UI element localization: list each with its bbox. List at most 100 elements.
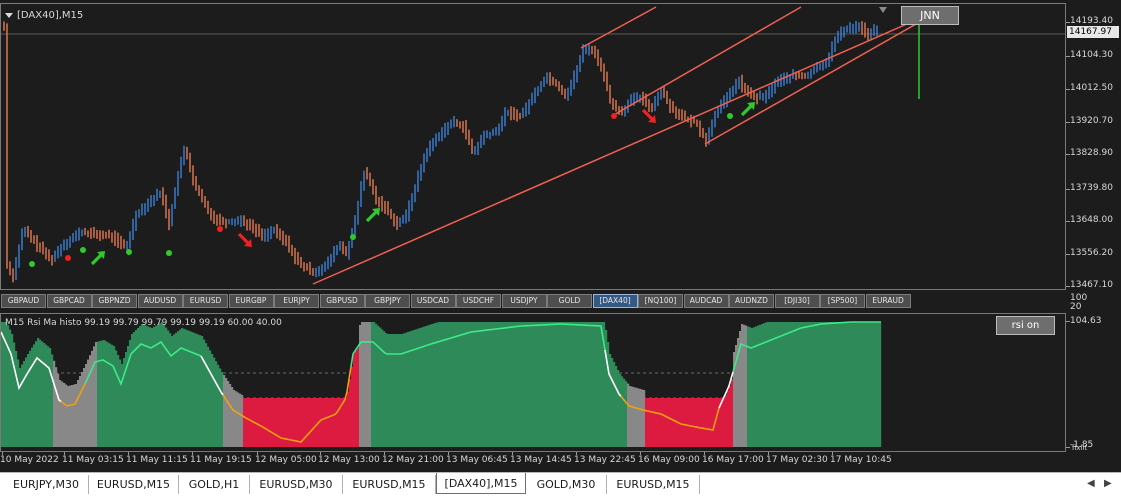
histogram-bar [463,322,466,447]
histogram-bar [789,322,792,447]
symbol-button[interactable]: GBPAUD [1,294,46,308]
histogram-bar [651,398,654,447]
histogram-bar [841,322,844,447]
histogram-bar [197,334,200,447]
buy-signal-dot [29,261,35,267]
price-chart-canvas[interactable] [1,4,1065,289]
histogram-bar [333,398,336,447]
symbol-button[interactable]: GBPJPY [365,294,410,308]
histogram-bar [475,322,478,447]
histogram-bar [433,323,436,447]
histogram-bar [293,398,296,447]
histogram-bar [541,322,544,447]
time-label: 11 May 11:15 [126,455,188,465]
histogram-bar [869,322,872,447]
histogram-bar [501,322,504,447]
histogram-bar [233,390,236,447]
histogram-bar [779,322,782,447]
histogram-bar [593,322,596,447]
histogram-bar [491,322,494,447]
histogram-bar [599,322,602,447]
histogram-bar [723,398,726,447]
symbol-button[interactable]: AUDUSD [137,294,183,308]
tab-scroll-left-icon[interactable]: ◀ [1087,478,1095,489]
symbol-button[interactable]: GBPUSD [319,294,365,308]
histogram-bar [821,322,824,447]
time-axis: 10 May 2022 11 May 03:15 11 May 11:15 11 Ma… [0,452,1066,470]
histogram-bar [107,342,110,447]
histogram-bar [613,362,616,447]
symbol-button[interactable]: [DJI30] [774,294,820,308]
chart-tab[interactable]: GOLD,M30 [526,475,607,494]
histogram-bar [795,322,798,447]
symbol-button[interactable]: USDCAD [410,294,456,308]
symbol-button[interactable]: GOLD [547,294,592,308]
histogram-bar [493,322,496,447]
histogram-bar [151,328,154,447]
histogram-bar [461,322,464,447]
histogram-bar [299,398,302,447]
symbol-button[interactable]: GBPCAD [46,294,92,308]
histogram-bar [69,385,72,447]
histogram-bar [649,398,652,447]
time-label: 11 May 03:15 [62,455,124,465]
histogram-bar [503,322,506,447]
symbol-button[interactable]: USDJPY [501,294,547,308]
symbol-button[interactable]: [DAX40] [592,294,638,308]
symbol-button[interactable]: USDCHF [456,294,501,308]
histogram-bar [387,334,390,447]
chart-menu-triangle-icon[interactable] [5,12,13,18]
symbol-button[interactable]: AUDCAD [683,294,729,308]
jnn-button[interactable]: JNN [901,6,959,25]
histogram-bar [567,322,570,447]
trend-channel-line [611,6,802,117]
histogram-bar [717,398,720,447]
histogram-bar [691,398,694,447]
indicator-pane[interactable]: M15 Rsi Ma histo 99.19 99.79 99.79 99.19… [0,313,1066,452]
histogram-bar [385,333,388,447]
time-label: 13 May 14:45 [510,455,572,465]
symbol-button[interactable]: AUDNZD [729,294,774,308]
chart-tab[interactable]: GOLD,H1 [179,475,250,494]
symbol-button[interactable]: GBPNZD [92,294,137,308]
symbol-button[interactable]: EURAUD [865,294,911,308]
histogram-bar [143,324,146,447]
indicator-bottom-label: fixlit [1072,444,1088,452]
histogram-bar [647,398,650,447]
histogram-bar [673,398,676,447]
histogram-bar [621,376,624,447]
symbol-button[interactable]: EURJPY [274,294,319,308]
histogram-bar [829,322,832,447]
tab-scroll-right-icon[interactable]: ▶ [1104,478,1112,489]
histogram-bar [525,322,528,447]
histogram-bar [163,324,166,447]
histogram-bar [165,327,168,447]
symbol-button[interactable]: EURGBP [228,294,274,308]
histogram-bar [721,398,724,447]
indicator-canvas[interactable] [1,314,1065,451]
symbol-button[interactable]: EURUSD [183,294,228,308]
chart-tab[interactable]: EURUSD,M15 [343,475,436,494]
chart-tab[interactable]: EURJPY,M30 [4,475,89,494]
histogram-bar [521,322,524,447]
current-price-label: 14167.97 [1067,26,1119,38]
histogram-bar [307,398,310,447]
histogram-bar [811,322,814,447]
price-chart-pane[interactable]: [DAX40],M15 JNN [0,3,1066,290]
chart-tab[interactable]: EURUSD,M15 [89,475,179,494]
histogram-bar [855,322,858,447]
histogram-bar [47,346,50,447]
histogram-bar [689,398,692,447]
symbol-button[interactable]: [SP500] [820,294,865,308]
histogram-bar [595,322,598,447]
histogram-bar [55,367,58,447]
chart-tab[interactable]: EURUSD,M30 [250,475,343,494]
time-label: 13 May 22:45 [574,455,636,465]
histogram-bar [79,376,82,447]
histogram-bar [809,322,812,447]
rsi-toggle-button[interactable]: rsi on [996,316,1055,335]
chart-tab[interactable]: [DAX40],M15 [436,473,526,494]
chart-tab[interactable]: EURUSD,M15 [607,475,700,494]
symbol-button[interactable]: [NQ100] [638,294,683,308]
histogram-bar [469,322,472,447]
